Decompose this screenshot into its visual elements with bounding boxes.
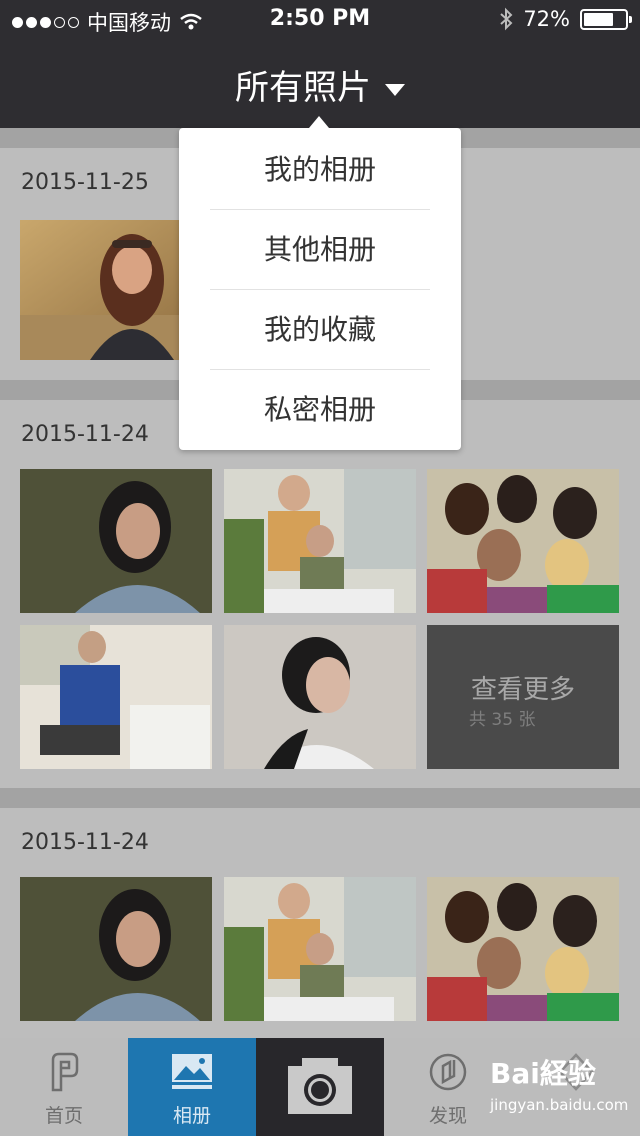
section-date: 2015-11-25	[21, 170, 149, 195]
dropdown-caret-icon	[385, 83, 405, 96]
menu-item-favorites[interactable]: 我的收藏	[179, 290, 461, 370]
menu-item-my-albums[interactable]: 我的相册	[179, 130, 461, 210]
photo-thumbnail[interactable]	[20, 877, 212, 1021]
section-date: 2015-11-24	[21, 422, 149, 447]
section-date: 2015-11-24	[21, 830, 149, 855]
status-bar: 中国移动 2:50 PM 72%	[0, 0, 640, 40]
tab-home[interactable]: 首页	[0, 1038, 128, 1136]
watermark-logo: Bai経验 jingyan.baidu.com	[490, 1057, 629, 1114]
camera-button[interactable]	[256, 1038, 384, 1136]
nav-bar: 所有照片	[0, 40, 640, 128]
photo-thumbnail[interactable]	[427, 877, 619, 1021]
tab-album[interactable]: 相册	[128, 1038, 256, 1136]
photo-thumbnail[interactable]	[20, 469, 212, 613]
page-title: 所有照片	[235, 68, 371, 108]
photo-thumbnail[interactable]	[224, 469, 416, 613]
photo-count: 共 35 张	[469, 710, 536, 730]
tab-label: 首页	[44, 1105, 83, 1127]
tab-label: 相册	[172, 1105, 211, 1127]
status-right: 72%	[499, 7, 632, 31]
dropdown-pointer	[309, 116, 329, 128]
battery-icon	[580, 8, 632, 30]
battery-percent: 72%	[523, 7, 570, 31]
photo-thumbnail[interactable]	[20, 625, 212, 769]
photo-thumbnail[interactable]	[224, 877, 416, 1021]
view-more-label: 查看更多	[470, 675, 575, 705]
album-selector[interactable]: 所有照片	[0, 60, 640, 109]
menu-item-private-albums[interactable]: 私密相册	[179, 370, 461, 450]
photo-thumbnail[interactable]	[224, 625, 416, 769]
album-dropdown-menu: 我的相册 其他相册 我的收藏 私密相册	[179, 116, 461, 450]
home-icon	[51, 1052, 79, 1092]
photo-thumbnail[interactable]	[427, 469, 619, 613]
bluetooth-icon	[500, 7, 513, 31]
discover-icon	[429, 1053, 467, 1091]
album-icon	[172, 1054, 212, 1089]
view-more-button[interactable]: 查看更多 共 35 张	[427, 625, 619, 769]
camera-icon	[288, 1058, 352, 1114]
photo-section: 2015-11-24 查看更多 共 35 张	[0, 400, 640, 788]
photo-section: 2015-11-24	[0, 808, 640, 1038]
menu-item-other-albums[interactable]: 其他相册	[179, 210, 461, 290]
